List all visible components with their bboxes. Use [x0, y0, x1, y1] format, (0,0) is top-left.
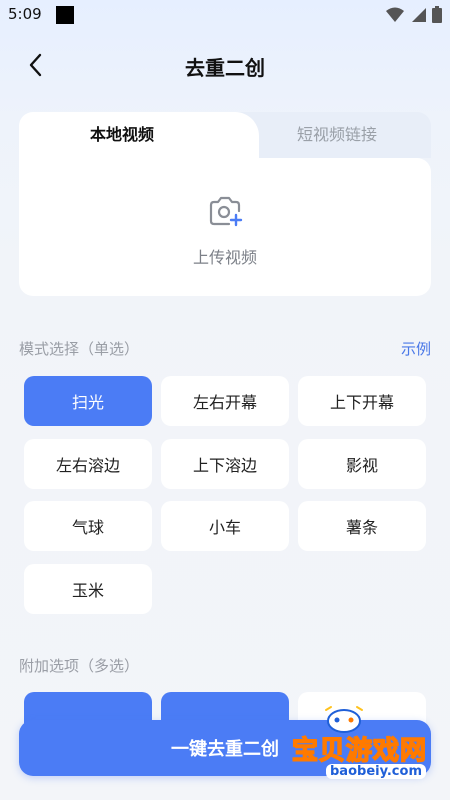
upload-video-label: 上传视频	[192, 248, 257, 267]
example-link[interactable]: 示例	[401, 338, 431, 359]
tab-local-video[interactable]: 本地视频	[19, 120, 225, 150]
signal-icon	[412, 7, 426, 22]
notification-icon	[56, 6, 74, 24]
status-icons	[386, 6, 442, 23]
mode-section-title: 模式选择（单选）	[19, 340, 140, 358]
mode-option-top-bottom-blend[interactable]: 上下溶边	[161, 439, 289, 489]
mode-option-corn[interactable]: 玉米	[24, 564, 152, 614]
watermark-text: 宝贝游戏网	[291, 735, 428, 767]
watermark: 宝贝游戏网 baobeiy.com	[291, 700, 442, 790]
battery-icon	[432, 6, 442, 23]
tab-short-video-link[interactable]: 短视频链接	[243, 120, 431, 150]
mode-option-car[interactable]: 小车	[161, 501, 289, 551]
upload-card: 本地视频 短视频链接 上传视频	[19, 112, 431, 296]
page-title: 去重二创	[185, 56, 265, 80]
mode-option-balloon[interactable]: 气球	[24, 501, 152, 551]
mode-option-left-right-open[interactable]: 左右开幕	[161, 376, 289, 426]
upload-video-button[interactable]: 上传视频	[149, 188, 301, 276]
extra-section-title: 附加选项（多选）	[19, 657, 140, 675]
status-time: 5:09	[8, 5, 42, 23]
header: 去重二创	[0, 30, 450, 100]
watermark-url: baobeiy.com	[326, 764, 426, 779]
camera-add-icon	[209, 196, 243, 227]
status-bar: 5:09	[0, 0, 450, 30]
mode-option-top-bottom-open[interactable]: 上下开幕	[298, 376, 426, 426]
mode-option-left-right-blend[interactable]: 左右溶边	[24, 439, 152, 489]
mode-option-fries[interactable]: 薯条	[298, 501, 426, 551]
mode-option-sweep-light[interactable]: 扫光	[24, 376, 152, 426]
mode-option-film[interactable]: 影视	[298, 439, 426, 489]
wifi-icon	[386, 7, 404, 22]
